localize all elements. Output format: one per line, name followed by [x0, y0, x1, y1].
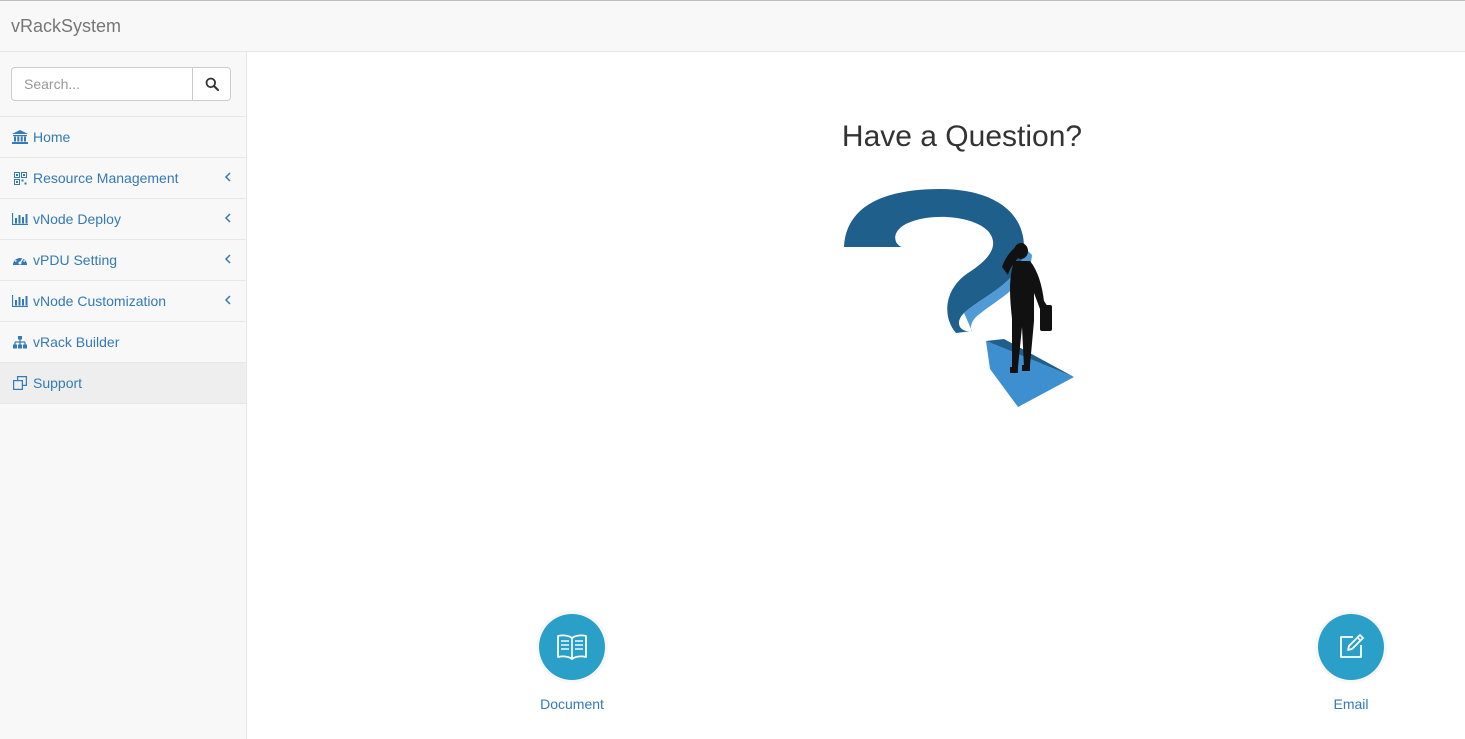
book-icon: [557, 634, 587, 660]
bar-chart-icon: [12, 211, 28, 227]
search-input[interactable]: [11, 67, 193, 101]
dashboard-icon: [12, 252, 28, 268]
app-brand[interactable]: vRackSystem: [11, 16, 121, 36]
email-icon-circle[interactable]: [1318, 614, 1384, 680]
sidebar-item-resource-management[interactable]: Resource Management: [0, 158, 246, 199]
bank-icon: [12, 129, 28, 145]
search-icon: [205, 77, 219, 91]
email-button[interactable]: Email: [1311, 610, 1391, 712]
bar-chart-icon: [12, 293, 28, 309]
sidebar-item-label: vPDU Setting: [33, 252, 118, 268]
sidebar-item-vnode-deploy[interactable]: vNode Deploy: [0, 199, 246, 240]
sidebar-item-vnode-customization[interactable]: vNode Customization: [0, 281, 246, 322]
sidebar-item-label: Resource Management: [33, 170, 179, 186]
sidebar-item-home[interactable]: Home: [0, 117, 246, 158]
qrcode-icon: [12, 170, 28, 186]
sidebar-item-label: Support: [33, 375, 83, 391]
sidebar-item-label: vRack Builder: [33, 334, 120, 350]
edit-icon: [1340, 634, 1364, 658]
sitemap-icon: [12, 334, 28, 350]
main-content: Have a Question? Document Email: [247, 52, 1465, 739]
email-label[interactable]: Email: [1311, 696, 1391, 712]
sidebar-item-label: vNode Customization: [33, 293, 167, 309]
sidebar-search: [0, 52, 246, 117]
document-icon-circle[interactable]: [539, 614, 605, 680]
search-button[interactable]: [192, 67, 231, 101]
sidebar: Home Resource Management: [0, 52, 247, 739]
chevron-left-icon: [224, 295, 231, 305]
question-businessman-image: [844, 189, 1074, 407]
sidebar-item-label: vNode Deploy: [33, 211, 121, 227]
chevron-left-icon: [224, 254, 231, 264]
document-button[interactable]: Document: [532, 610, 612, 712]
page-title: Have a Question?: [841, 120, 1083, 153]
sidebar-item-vpdu-setting[interactable]: vPDU Setting: [0, 240, 246, 281]
sidebar-item-label: Home: [33, 129, 71, 145]
chevron-left-icon: [224, 172, 231, 182]
sidebar-item-support[interactable]: Support: [0, 363, 246, 404]
document-label[interactable]: Document: [532, 696, 612, 712]
sidebar-item-vrack-builder[interactable]: vRack Builder: [0, 322, 246, 363]
top-navbar: vRackSystem: [0, 0, 1465, 52]
clone-icon: [12, 375, 28, 391]
chevron-left-icon: [224, 213, 231, 223]
